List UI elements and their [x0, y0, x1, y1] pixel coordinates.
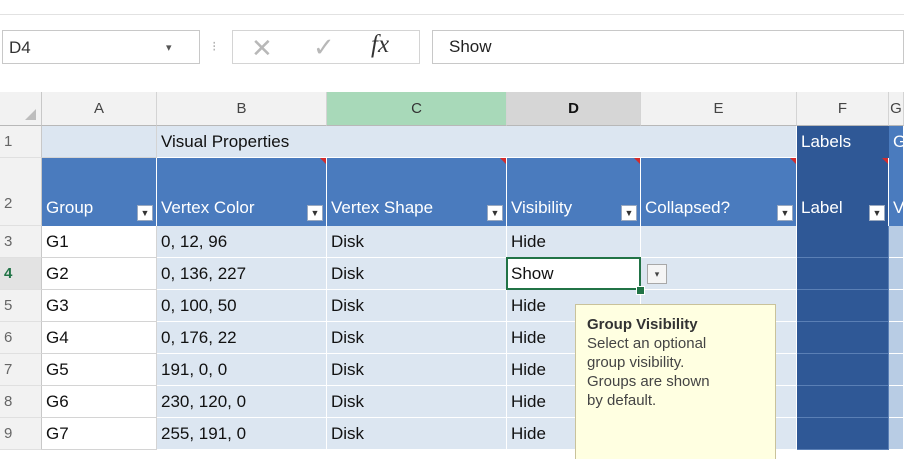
select-all-corner[interactable] [0, 92, 42, 126]
column-header-g[interactable]: G [889, 92, 904, 126]
column-header-f[interactable]: F [797, 92, 889, 126]
select-all-icon [25, 109, 36, 120]
cell-F3[interactable] [797, 226, 889, 258]
comment-indicator-icon [790, 158, 796, 164]
name-box[interactable]: D4 ▾ [2, 30, 200, 64]
cell-B9[interactable]: 255, 191, 0 [157, 418, 327, 450]
table-header-vertex-color[interactable]: Vertex Color ▼ [157, 158, 327, 226]
cell-D3[interactable]: Hide [507, 226, 641, 258]
comment-indicator-icon [882, 158, 888, 164]
tooltip-line: by default. [587, 392, 657, 409]
column-header-a[interactable]: A [42, 92, 157, 126]
formula-bar-grip-icon[interactable]: ⁝ [212, 38, 216, 55]
table-header-label[interactable]: Label ▼ [797, 158, 889, 226]
cell-F5[interactable] [797, 290, 889, 322]
cell-B4[interactable]: 0, 136, 227 [157, 258, 327, 290]
cell-F6[interactable] [797, 322, 889, 354]
cell-A9[interactable]: G7 [42, 418, 157, 450]
cell-C5[interactable]: Disk [327, 290, 507, 322]
cell-B6[interactable]: 0, 176, 22 [157, 322, 327, 354]
row-header-2[interactable]: 2 [0, 158, 42, 226]
validation-dropdown-icon[interactable]: ▾ [647, 264, 667, 284]
filter-dropdown-icon[interactable]: ▼ [777, 205, 793, 221]
name-box-dropdown-icon[interactable]: ▾ [166, 31, 172, 65]
cancel-icon[interactable]: ✕ [251, 33, 273, 64]
table-header-v[interactable]: V [889, 158, 904, 226]
cell-C7[interactable]: Disk [327, 354, 507, 386]
filter-dropdown-icon[interactable]: ▼ [487, 205, 503, 221]
filter-dropdown-icon[interactable]: ▼ [307, 205, 323, 221]
row-header-9[interactable]: 9 [0, 418, 42, 450]
cell-A4[interactable]: G2 [42, 258, 157, 290]
column-header-d[interactable]: D [507, 92, 641, 126]
cell-B5[interactable]: 0, 100, 50 [157, 290, 327, 322]
row-header-4[interactable]: 4 [0, 258, 42, 290]
row-header-3[interactable]: 3 [0, 226, 42, 258]
cell-C3[interactable]: Disk [327, 226, 507, 258]
tooltip-title: Group Visibility [587, 316, 698, 333]
table-header-collapsed[interactable]: Collapsed? ▼ [641, 158, 797, 226]
section-labels[interactable]: Labels [797, 126, 889, 158]
column-header-c[interactable]: C [327, 92, 507, 126]
comment-indicator-icon [320, 158, 326, 164]
row-header-6[interactable]: 6 [0, 322, 42, 354]
cell-C9[interactable]: Disk [327, 418, 507, 450]
cell-G5[interactable] [889, 290, 904, 322]
fill-handle[interactable] [636, 286, 645, 295]
cell-G4[interactable] [889, 258, 904, 290]
cell-C4[interactable]: Disk [327, 258, 507, 290]
comment-indicator-icon [500, 158, 506, 164]
row-header-7[interactable]: 7 [0, 354, 42, 386]
cell-F4[interactable] [797, 258, 889, 290]
filter-dropdown-icon[interactable]: ▼ [621, 205, 637, 221]
tooltip-line: group visibility. [587, 354, 685, 371]
cell-A3[interactable]: G1 [42, 226, 157, 258]
cell-B3[interactable]: 0, 12, 96 [157, 226, 327, 258]
cell-F9[interactable] [797, 418, 889, 450]
cell-G7[interactable] [889, 354, 904, 386]
row-header-5[interactable]: 5 [0, 290, 42, 322]
cell-F8[interactable] [797, 386, 889, 418]
cell-G6[interactable] [889, 322, 904, 354]
cell-G8[interactable] [889, 386, 904, 418]
cell-F7[interactable] [797, 354, 889, 386]
cell-A6[interactable]: G4 [42, 322, 157, 354]
row-header-1[interactable]: 1 [0, 126, 42, 158]
formula-bar: D4 ▾ ⁝ ✕ ✓ fx Show [0, 22, 904, 72]
cell-C8[interactable]: Disk [327, 386, 507, 418]
tooltip-line: Select an optional [587, 335, 707, 352]
section-visual-properties[interactable]: Visual Properties [157, 126, 797, 158]
cell-B8[interactable]: 230, 120, 0 [157, 386, 327, 418]
cell-A5[interactable]: G3 [42, 290, 157, 322]
column-header-e[interactable]: E [641, 92, 797, 126]
cell-E3[interactable] [641, 226, 797, 258]
insert-function-icon[interactable]: fx [371, 31, 389, 59]
cell-G9[interactable] [889, 418, 904, 450]
formula-buttons: ✕ ✓ fx [232, 30, 420, 64]
cell-A7[interactable]: G5 [42, 354, 157, 386]
row-header-8[interactable]: 8 [0, 386, 42, 418]
validation-input-tooltip: Group Visibility Select an optional group … [575, 304, 776, 459]
enter-check-icon[interactable]: ✓ [313, 32, 335, 63]
cell-B7[interactable]: 191, 0, 0 [157, 354, 327, 386]
worksheet-grid[interactable]: A B C D E F G 1 2 3 4 5 6 7 8 9 Visual Properties Labels G… [0, 92, 904, 459]
table-header-visibility[interactable]: Visibility ▼ [507, 158, 641, 226]
cell-A1[interactable] [42, 126, 157, 158]
cell-G3[interactable] [889, 226, 904, 258]
filter-dropdown-icon[interactable]: ▼ [137, 205, 153, 221]
section-next-fragment[interactable]: G [889, 126, 904, 158]
name-box-value: D4 [9, 38, 31, 57]
cell-C6[interactable]: Disk [327, 322, 507, 354]
cell-A8[interactable]: G6 [42, 386, 157, 418]
column-header-b[interactable]: B [157, 92, 327, 126]
table-header-vertex-shape[interactable]: Vertex Shape ▼ [327, 158, 507, 226]
table-header-group[interactable]: Group ▼ [42, 158, 157, 226]
active-cell-border [506, 257, 641, 290]
filter-dropdown-icon[interactable]: ▼ [869, 205, 885, 221]
comment-indicator-icon [634, 158, 640, 164]
ribbon-edge [0, 0, 904, 15]
tooltip-line: Groups are shown [587, 373, 710, 390]
formula-input[interactable]: Show [432, 30, 904, 64]
